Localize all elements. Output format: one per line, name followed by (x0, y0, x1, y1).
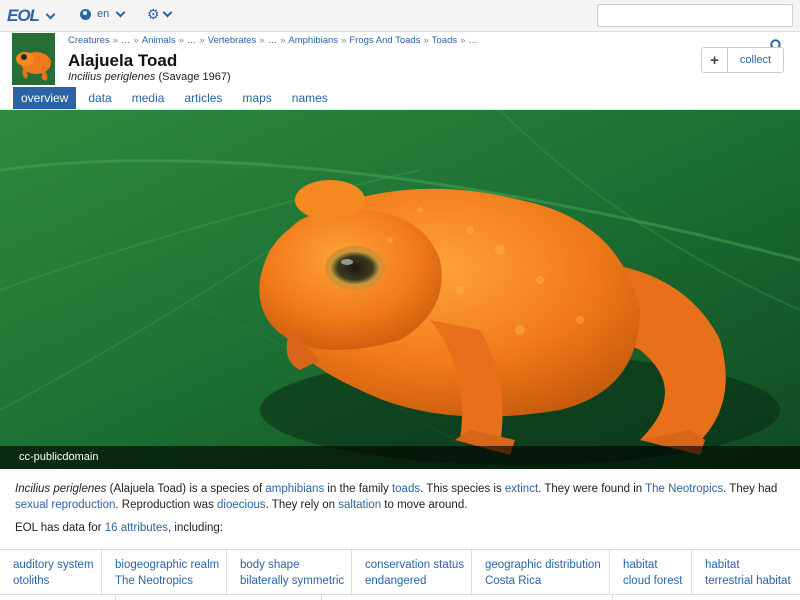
attribute-key: biogeographic realm (115, 559, 220, 571)
attributes-count-link[interactable]: 16 attributes (105, 522, 168, 534)
chevron-down-icon (162, 7, 173, 18)
attribute-cell[interactable]: biogeographic realm The Neotropics (102, 550, 227, 594)
breadcrumb-animals[interactable]: Animals (142, 35, 176, 46)
breadcrumb-ellipsis[interactable]: … (468, 35, 478, 46)
species-description: Incilius periglenes (Alajuela Toad) is a… (15, 481, 790, 513)
attribute-value: terrestrial habitat (705, 575, 791, 587)
breadcrumb-ellipsis[interactable]: … (187, 35, 197, 46)
link-neotropics[interactable]: The Neotropics (645, 483, 723, 495)
species-thumbnail[interactable] (12, 33, 55, 85)
attributes-suffix: , including: (168, 522, 223, 534)
breadcrumb: Creatures»…» Animals»…» Vertebrates»…» Amph… (68, 35, 478, 46)
breadcrumb-amphibians[interactable]: Amphibians (288, 35, 338, 46)
attribute-key: conservation status (365, 559, 465, 571)
grid-divider (0, 595, 116, 600)
attribute-value: The Neotropics (115, 575, 193, 587)
desc-scientific-name: Incilius periglenes (15, 483, 107, 495)
attribute-cell[interactable]: conservation status endangered (352, 550, 472, 594)
attribute-value: cloud forest (623, 575, 683, 587)
desc-text: . Reproduction was (115, 499, 218, 511)
desc-text: (Alajuela Toad) is a species of (106, 483, 266, 495)
tab-data[interactable]: data (80, 87, 119, 109)
eol-logo-menu[interactable]: EOL (7, 6, 56, 26)
attributes-prefix: EOL has data for (15, 522, 105, 534)
plus-icon: + (702, 48, 728, 72)
attribute-cell[interactable]: body shape bilaterally symmetric (227, 550, 352, 594)
breadcrumb-vertebrates[interactable]: Vertebrates (208, 35, 257, 46)
attribute-value: bilaterally symmetric (240, 575, 345, 587)
attribute-value: otoliths (13, 575, 50, 587)
settings-menu[interactable]: ⚙ (147, 6, 173, 23)
attribute-value: Costa Rica (485, 575, 542, 587)
attribute-value: endangered (365, 575, 427, 587)
grid-divider (116, 595, 322, 600)
hero-image[interactable]: cc-publicdomain (0, 110, 800, 469)
authority: (Savage 1967) (158, 71, 231, 83)
scientific-name-italic: Incilius periglenes (68, 71, 156, 83)
link-sexual-reproduction[interactable]: sexual reproduction (15, 499, 115, 511)
scientific-name: Incilius periglenes (Savage 1967) (68, 71, 231, 83)
tab-names[interactable]: names (284, 87, 336, 109)
breadcrumb-toads[interactable]: Toads (432, 35, 457, 46)
link-saltation[interactable]: saltation (338, 499, 381, 511)
gear-icon: ⚙ (147, 6, 160, 22)
attribute-cell[interactable]: geographic distribution Costa Rica (472, 550, 610, 594)
attribute-grid-next-row (0, 595, 800, 600)
link-extinct[interactable]: extinct (505, 483, 538, 495)
breadcrumb-ellipsis[interactable]: … (268, 35, 278, 46)
desc-text: to move around. (381, 499, 468, 511)
globe-icon (80, 8, 91, 20)
desc-text: . This species is (420, 483, 505, 495)
desc-text: . They rely on (265, 499, 339, 511)
attributes-summary: EOL has data for 16 attributes, includin… (15, 522, 223, 534)
tab-media[interactable]: media (124, 87, 173, 109)
attribute-key: habitat (623, 559, 658, 571)
breadcrumb-ellipsis[interactable]: … (121, 35, 131, 46)
top-navigation-bar: EOL en ⚙ (0, 0, 800, 32)
breadcrumb-frogs-and-toads[interactable]: Frogs And Toads (349, 35, 420, 46)
search-input[interactable] (597, 4, 793, 27)
language-selector[interactable]: en (80, 7, 126, 20)
image-license-caption: cc-publicdomain (0, 446, 800, 469)
breadcrumb-creatures[interactable]: Creatures (68, 35, 110, 46)
tab-articles[interactable]: articles (176, 87, 230, 109)
language-label: en (97, 8, 110, 20)
attribute-cell[interactable]: habitat terrestrial habitat (692, 550, 800, 594)
attribute-grid: auditory system otoliths biogeographic r… (0, 549, 800, 595)
collect-button[interactable]: + collect (701, 47, 784, 73)
tab-bar: overview data media articles maps names (13, 87, 340, 109)
collect-label: collect (739, 54, 772, 66)
grid-divider (322, 595, 613, 600)
attribute-key: body shape (240, 559, 300, 571)
attribute-key: auditory system (13, 559, 94, 571)
link-dioecious[interactable]: dioecious (217, 499, 266, 511)
attribute-cell[interactable]: habitat cloud forest (610, 550, 692, 594)
attribute-key: geographic distribution (485, 559, 601, 571)
chevron-down-icon (45, 9, 56, 19)
tab-maps[interactable]: maps (234, 87, 279, 109)
link-toads[interactable]: toads (392, 483, 420, 495)
desc-text: in the family (324, 483, 392, 495)
desc-text: . They were found in (538, 483, 646, 495)
desc-text: . They had (723, 483, 778, 495)
link-amphibians[interactable]: amphibians (265, 483, 324, 495)
attribute-cell[interactable]: auditory system otoliths (0, 550, 102, 594)
tab-overview[interactable]: overview (13, 87, 77, 109)
page-title: Alajuela Toad (68, 51, 178, 70)
chevron-down-icon (115, 7, 126, 17)
attribute-key: habitat (705, 559, 740, 571)
eol-logo: EOL (7, 6, 40, 25)
